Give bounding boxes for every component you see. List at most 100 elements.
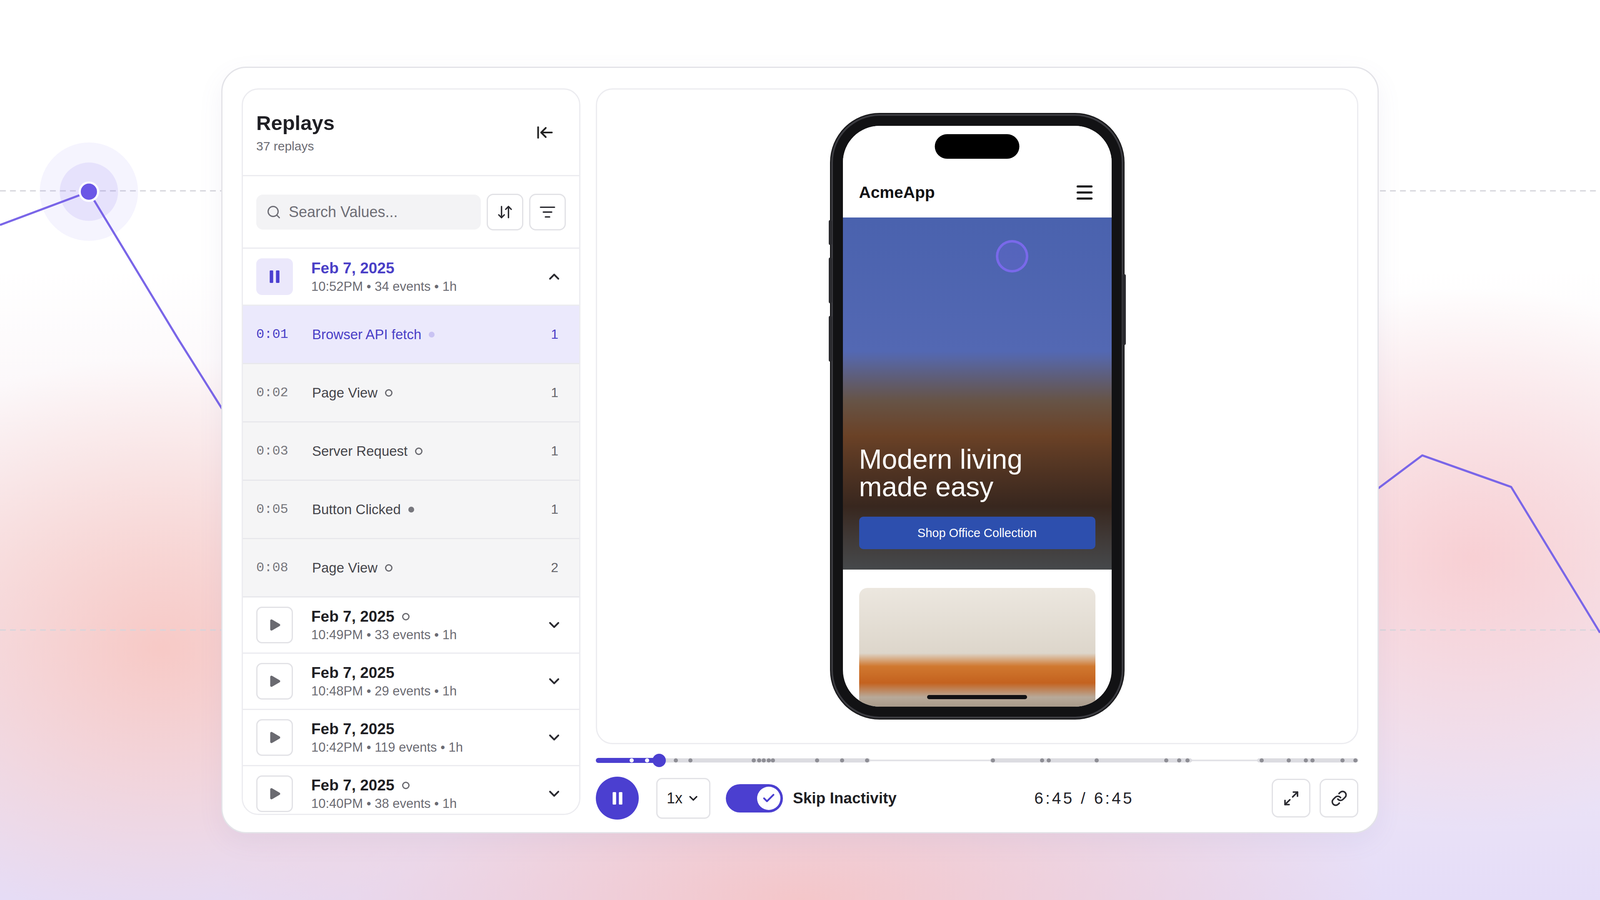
event-dot[interactable] (1094, 758, 1099, 763)
event-dot[interactable] (840, 758, 845, 763)
event-dot[interactable] (865, 758, 870, 763)
play-icon (267, 673, 283, 689)
session-date: Feb 7, 2025 (311, 663, 457, 683)
expand-toggle[interactable] (545, 672, 563, 690)
session-play-button[interactable] (256, 719, 293, 756)
session-meta: 10:48PM • 29 events • 1h (311, 683, 457, 699)
session-marker (402, 781, 410, 790)
session-date: Feb 7, 2025 (311, 720, 463, 739)
event-row[interactable]: 0:01Browser API fetch1 (242, 305, 580, 365)
timeline-progress (595, 757, 660, 763)
chevron-up-icon (545, 268, 563, 285)
session-play-button[interactable] (256, 258, 293, 295)
search-field[interactable] (256, 194, 481, 230)
highlight-halo (39, 142, 138, 241)
event-dot[interactable] (1040, 758, 1045, 763)
sort-button[interactable] (486, 193, 524, 231)
session-info: Feb 7, 202510:42PM • 119 events • 1h (311, 720, 463, 755)
player-controls: 1xSkip Inactivity6:45 / 6:45 (595, 776, 1359, 820)
event-dot[interactable] (770, 758, 775, 763)
session-info: Feb 7, 202510:49PM • 33 events • 1h (311, 607, 457, 643)
event-marker (408, 506, 415, 513)
event-dot[interactable] (629, 758, 634, 763)
replay-viewer: AcmeAppModern living made easyShop Offic… (595, 88, 1359, 745)
cta-button[interactable]: Shop Office Collection (859, 516, 1096, 550)
filter-icon (539, 203, 556, 221)
event-label: Page View (312, 385, 393, 401)
event-marker (415, 447, 423, 455)
event-dot[interactable] (815, 758, 820, 763)
event-label: Page View (312, 560, 393, 576)
event-dot[interactable] (645, 758, 650, 763)
fullscreen-button[interactable] (1271, 778, 1311, 818)
session-row[interactable]: Feb 7, 202510:48PM • 29 events • 1h (242, 653, 580, 710)
event-row[interactable]: 0:08Page View 2 (242, 539, 580, 598)
event-count: 1 (550, 443, 559, 459)
filter-button[interactable] (529, 193, 566, 231)
event-time: 0:01 (256, 326, 313, 343)
event-dot[interactable] (1353, 758, 1358, 763)
chevron-down-icon (545, 785, 563, 803)
highlight-halo (59, 162, 118, 221)
session-play-button[interactable] (256, 662, 293, 700)
expand-toggle[interactable] (545, 616, 563, 634)
session-meta: 10:52PM • 34 events • 1h (311, 278, 457, 295)
session-play-button[interactable] (256, 606, 293, 644)
event-row[interactable]: 0:03Server Request1 (242, 422, 580, 481)
panel-subtitle: 37 replays (256, 138, 335, 154)
phone-side-button (828, 220, 833, 245)
event-time: 0:03 (256, 443, 313, 459)
activity-segment (990, 758, 1193, 763)
session-row[interactable]: Feb 7, 202510:42PM • 119 events • 1h (242, 710, 580, 767)
speed-select[interactable]: 1x (656, 777, 711, 819)
event-dot[interactable] (1340, 758, 1345, 763)
phone-frame: AcmeAppModern living made easyShop Offic… (832, 115, 1122, 717)
phone-screen: AcmeAppModern living made easyShop Offic… (842, 125, 1112, 707)
timeline-track[interactable] (595, 759, 1359, 762)
event-dot[interactable] (1185, 758, 1190, 763)
phone-side-button (828, 257, 833, 304)
event-label: Browser API fetch (312, 326, 435, 343)
event-dot[interactable] (1286, 758, 1291, 763)
event-dot[interactable] (761, 758, 766, 763)
event-row[interactable]: 0:05Button Clicked1 (242, 480, 580, 540)
event-row[interactable]: 0:02Page View1 (242, 364, 580, 423)
event-dot[interactable] (1310, 758, 1315, 763)
expand-toggle[interactable] (545, 785, 563, 803)
event-dot[interactable] (1177, 758, 1182, 763)
search-input[interactable] (287, 202, 471, 222)
phone-side-button (1122, 274, 1126, 345)
event-time: 0:02 (256, 385, 313, 401)
session-row[interactable]: Feb 7, 202510:49PM • 33 events • 1h (242, 597, 580, 654)
session-date: Feb 7, 2025 (311, 259, 457, 278)
event-dot[interactable] (990, 758, 995, 763)
play-pause-button[interactable] (595, 776, 639, 820)
search-row (242, 176, 580, 249)
menu-icon[interactable] (1074, 182, 1095, 203)
home-indicator (927, 695, 1028, 700)
session-marker (402, 612, 410, 621)
link-icon (1330, 790, 1348, 807)
event-dot[interactable] (757, 758, 762, 763)
chevron-down-icon (686, 791, 700, 805)
session-list: Feb 7, 202510:52PM • 34 events • 1h0:01B… (242, 248, 580, 814)
timeline-knob[interactable] (652, 753, 666, 768)
event-dot[interactable] (1046, 758, 1051, 763)
event-dot[interactable] (1303, 758, 1308, 763)
session-play-button[interactable] (256, 775, 293, 813)
session-row[interactable]: Feb 7, 202510:40PM • 38 events • 1h (242, 766, 580, 814)
skip-inactivity-toggle[interactable] (725, 784, 783, 813)
collapse-button[interactable] (533, 120, 557, 145)
chevron-down-icon (545, 729, 563, 746)
event-dot[interactable] (1164, 758, 1169, 763)
event-dot[interactable] (751, 758, 756, 763)
event-dot[interactable] (688, 758, 693, 763)
event-dot[interactable] (1259, 758, 1264, 763)
share-link-button[interactable] (1319, 778, 1359, 818)
event-count: 2 (550, 560, 559, 576)
event-dot[interactable] (673, 758, 678, 763)
event-time: 0:08 (256, 560, 313, 576)
expand-toggle[interactable] (545, 729, 563, 746)
expand-toggle[interactable] (545, 268, 563, 285)
session-row[interactable]: Feb 7, 202510:52PM • 34 events • 1h (242, 248, 580, 306)
